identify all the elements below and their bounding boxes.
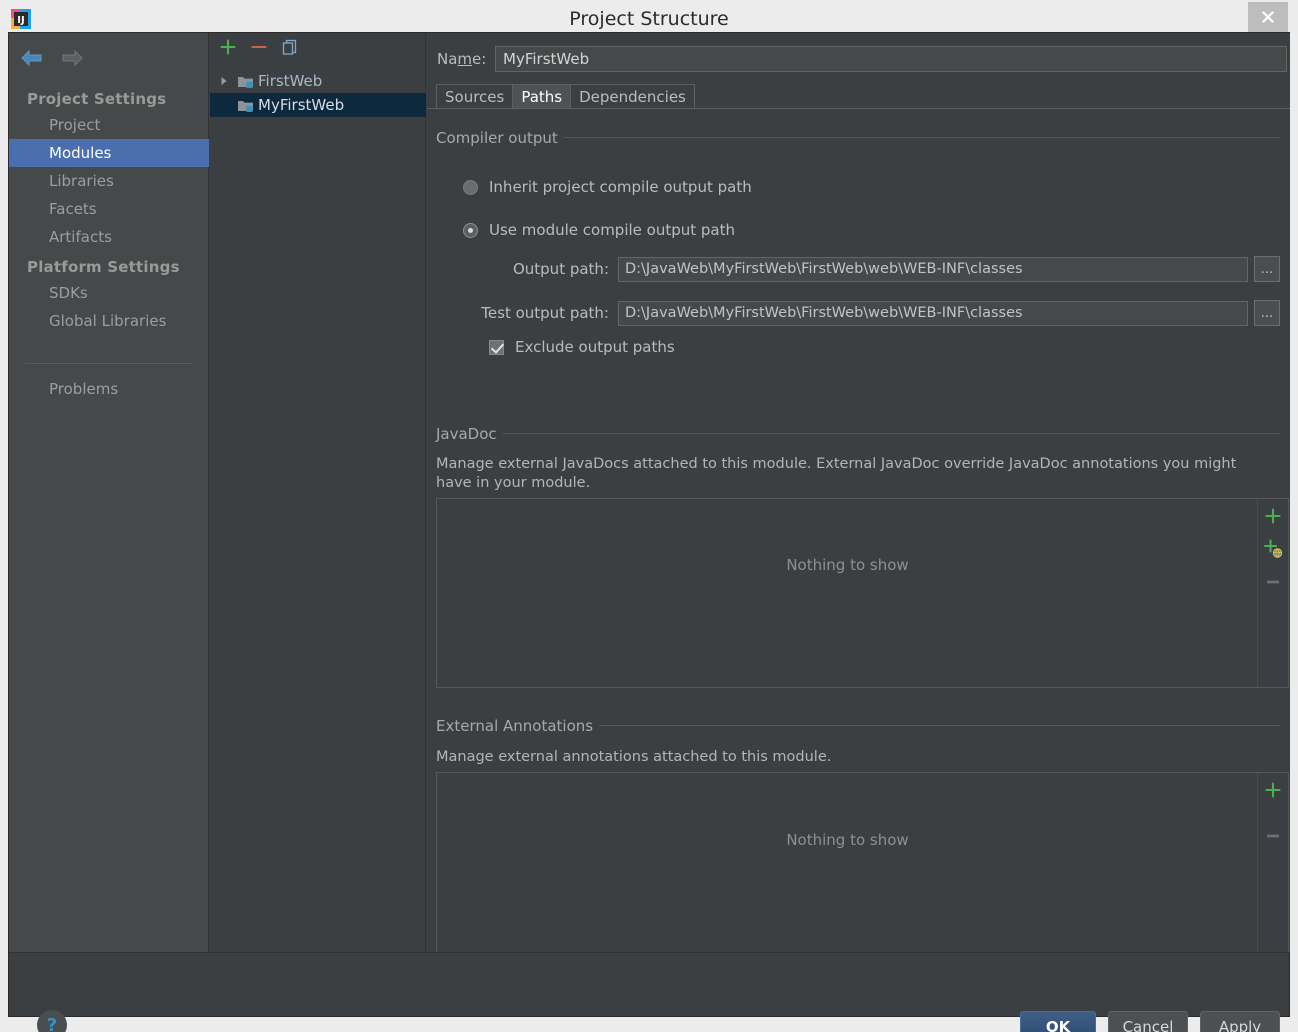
javadoc-empty-message: Nothing to show xyxy=(786,556,909,574)
radio-inherit-project-output[interactable]: Inherit project compile output path xyxy=(463,178,752,196)
module-name-input[interactable] xyxy=(495,46,1287,72)
tab-sources[interactable]: Sources xyxy=(436,84,514,109)
add-annotation-button[interactable] xyxy=(1264,781,1282,803)
sidebar-item-project[interactable]: Project xyxy=(9,111,209,139)
tree-row[interactable]: FirstWeb xyxy=(210,69,426,93)
dialog-body: Project Settings Project Modules Librari… xyxy=(8,32,1290,1032)
tab-dependencies[interactable]: Dependencies xyxy=(570,84,695,109)
test-output-path-input[interactable] xyxy=(618,300,1248,326)
module-settings-content: Name: Sources Paths Dependencies Compile… xyxy=(427,33,1290,964)
radio-use-module-output[interactable]: Use module compile output path xyxy=(463,221,735,239)
sidebar-item-sdks[interactable]: SDKs xyxy=(9,279,209,307)
sidebar-item-modules[interactable]: Modules xyxy=(9,139,209,167)
forward-arrow-icon[interactable] xyxy=(59,49,85,71)
output-path-input[interactable] xyxy=(618,256,1248,282)
javadoc-list-panel[interactable]: Nothing to show xyxy=(436,498,1289,688)
compiler-output-group-title: Compiler output xyxy=(436,129,564,147)
copy-module-button[interactable] xyxy=(281,38,299,60)
remove-module-button[interactable] xyxy=(250,38,268,60)
external-annotations-description: Manage external annotations attached to … xyxy=(436,749,832,765)
output-path-browse-button[interactable]: ... xyxy=(1254,256,1280,282)
sidebar-item-problems[interactable]: Problems xyxy=(9,375,209,403)
external-annotations-empty-message: Nothing to show xyxy=(786,831,909,849)
module-tree-pane: FirstWeb MyFirstWeb xyxy=(210,33,426,952)
dialog-footer xyxy=(9,952,1289,1016)
chevron-right-icon[interactable] xyxy=(214,76,234,86)
module-tree-toolbar xyxy=(210,33,426,65)
sidebar-divider xyxy=(25,363,193,364)
output-path-label: Output path: xyxy=(512,260,609,278)
tree-row-label: FirstWeb xyxy=(258,72,323,90)
external-annotations-group-title: External Annotations xyxy=(436,717,600,735)
apply-button[interactable]: Apply xyxy=(1200,1011,1280,1032)
javadoc-group-rule xyxy=(497,433,1280,434)
sidebar-item-facets[interactable]: Facets xyxy=(9,195,209,223)
checkbox-icon xyxy=(489,339,504,355)
tab-paths[interactable]: Paths xyxy=(512,84,572,109)
javadoc-panel-toolbar xyxy=(1257,499,1288,687)
radio-label: Use module compile output path xyxy=(489,221,736,239)
back-arrow-icon[interactable] xyxy=(19,49,45,71)
test-output-path-browse-button[interactable]: ... xyxy=(1254,300,1280,326)
add-module-button[interactable] xyxy=(219,38,237,60)
module-name-label: Name: xyxy=(437,50,487,68)
project-structure-window: IJ Project Structure Project Settings Pr… xyxy=(0,0,1298,1032)
test-output-path-row: Test output path: ... xyxy=(449,300,1280,326)
ok-button[interactable]: OK xyxy=(1020,1011,1096,1032)
tab-underline xyxy=(427,108,1290,109)
javadoc-description: Manage external JavaDocs attached to thi… xyxy=(436,456,1237,491)
settings-sidebar: Project Settings Project Modules Librari… xyxy=(9,33,209,952)
close-icon[interactable] xyxy=(1248,2,1288,32)
tree-row-label: MyFirstWeb xyxy=(258,96,345,114)
external-annotations-panel-toolbar xyxy=(1257,773,1288,963)
radio-label: Inherit project compile output path xyxy=(489,178,752,196)
module-folder-icon xyxy=(234,74,256,89)
external-annotations-group-rule xyxy=(587,725,1280,726)
external-annotations-list-panel[interactable]: Nothing to show xyxy=(436,772,1289,964)
add-javadoc-url-button[interactable] xyxy=(1263,539,1283,563)
remove-javadoc-button xyxy=(1264,573,1282,595)
test-output-path-label: Test output path: xyxy=(481,304,609,322)
compiler-output-group-rule xyxy=(549,137,1280,138)
add-javadoc-path-button[interactable] xyxy=(1264,507,1282,529)
help-button[interactable]: ? xyxy=(37,1010,67,1032)
exclude-output-paths-checkbox[interactable]: Exclude output paths xyxy=(489,338,675,356)
remove-annotation-button xyxy=(1264,827,1282,849)
tree-row[interactable]: MyFirstWeb xyxy=(210,93,426,117)
radio-circle-icon xyxy=(463,222,478,238)
sidebar-problems-group: Problems xyxy=(9,375,209,403)
cancel-button[interactable]: Cancel xyxy=(1108,1011,1188,1032)
module-tabs: Sources Paths Dependencies xyxy=(436,83,1286,109)
javadoc-group-title: JavaDoc xyxy=(436,425,503,443)
sidebar-item-artifacts[interactable]: Artifacts xyxy=(9,223,209,251)
sidebar-group-project-settings: Project Settings xyxy=(27,90,167,108)
sidebar-item-global-libraries[interactable]: Global Libraries xyxy=(9,307,209,335)
radio-circle-icon xyxy=(463,179,478,195)
module-tree-list: FirstWeb MyFirstWeb xyxy=(210,69,426,117)
sidebar-group-platform-settings: Platform Settings xyxy=(27,258,180,276)
sidebar-item-libraries[interactable]: Libraries xyxy=(9,167,209,195)
module-name-row: Name: xyxy=(437,45,1287,73)
checkbox-label: Exclude output paths xyxy=(515,338,675,356)
module-folder-icon xyxy=(234,98,256,113)
sidebar-item-list: Project Settings Project Modules Librari… xyxy=(9,83,209,335)
output-path-row: Output path: ... xyxy=(449,256,1280,282)
navigation-arrows xyxy=(19,43,109,77)
